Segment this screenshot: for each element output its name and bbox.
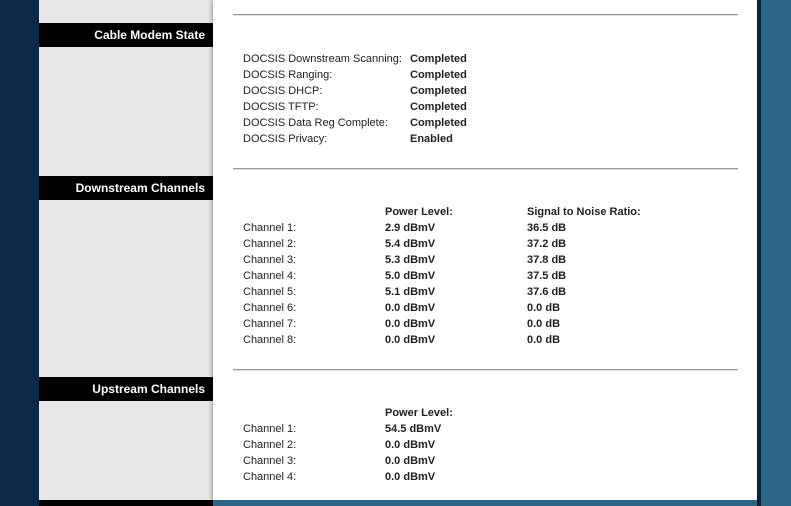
channel-label: Channel 5: (243, 286, 297, 298)
channel-label: Channel 7: (243, 318, 297, 330)
channel-power: 5.0 dBmV (385, 270, 436, 282)
section-header-cable-modem-state: Cable Modem State (39, 23, 213, 47)
channel-snr: 0.0 dB (527, 302, 561, 314)
modem-state-label: DOCSIS Data Reg Complete: (243, 117, 388, 129)
content-right-border (757, 0, 761, 506)
channel-snr: 0.0 dB (527, 334, 561, 346)
modem-state-label: DOCSIS Downstream Scanning: (243, 53, 402, 65)
section-divider (233, 369, 738, 371)
page-background-right (761, 0, 791, 506)
channel-snr: 37.5 dB (527, 270, 567, 282)
channel-label: Channel 2: (243, 238, 297, 250)
section-header-downstream-channels: Downstream Channels (39, 176, 213, 200)
channel-label: Channel 3: (243, 254, 297, 266)
modem-state-value: Completed (410, 101, 467, 113)
modem-state-value: Completed (410, 117, 467, 129)
page-background-left (0, 0, 39, 506)
channel-snr: 37.8 dB (527, 254, 567, 266)
channel-power: 0.0 dBmV (385, 334, 436, 346)
modem-state-label: DOCSIS TFTP: (243, 101, 319, 113)
modem-state-value: Completed (410, 69, 467, 81)
channel-label: Channel 2: (243, 439, 297, 451)
downstream-power-header: Power Level: (385, 206, 453, 218)
channel-power: 0.0 dBmV (385, 455, 436, 467)
section-divider (233, 168, 738, 170)
channel-snr: 0.0 dB (527, 318, 561, 330)
channel-label: Channel 6: (243, 302, 297, 314)
channel-power: 5.3 dBmV (385, 254, 436, 266)
channel-power: 5.1 dBmV (385, 286, 436, 298)
modem-state-label: DOCSIS DHCP: (243, 85, 323, 97)
channel-power: 0.0 dBmV (385, 318, 436, 330)
channel-power: 0.0 dBmV (385, 302, 436, 314)
modem-state-value: Completed (410, 53, 467, 65)
channel-label: Channel 3: (243, 455, 297, 467)
modem-state-value: Completed (410, 85, 467, 97)
channel-label: Channel 4: (243, 471, 297, 483)
channel-label: Channel 8: (243, 334, 297, 346)
section-header-upstream-channels: Upstream Channels (39, 377, 213, 401)
modem-state-label: DOCSIS Privacy: (243, 133, 328, 145)
modem-state-label: DOCSIS Ranging: (243, 69, 333, 81)
channel-label: Channel 1: (243, 423, 297, 435)
channel-snr: 36.5 dB (527, 222, 567, 234)
footer-accent (213, 500, 757, 506)
upstream-power-header: Power Level: (385, 407, 453, 419)
channel-power: 2.9 dBmV (385, 222, 436, 234)
downstream-snr-header: Signal to Noise Ratio: (527, 206, 641, 218)
modem-state-value: Enabled (410, 133, 453, 145)
channel-power: 54.5 dBmV (385, 423, 442, 435)
channel-power: 0.0 dBmV (385, 471, 436, 483)
channel-snr: 37.6 dB (527, 286, 567, 298)
section-divider (233, 14, 738, 16)
channel-power: 0.0 dBmV (385, 439, 436, 451)
channel-power: 5.4 dBmV (385, 238, 436, 250)
channel-label: Channel 1: (243, 222, 297, 234)
channel-snr: 37.2 dB (527, 238, 567, 250)
sidebar (39, 0, 213, 500)
channel-label: Channel 4: (243, 270, 297, 282)
